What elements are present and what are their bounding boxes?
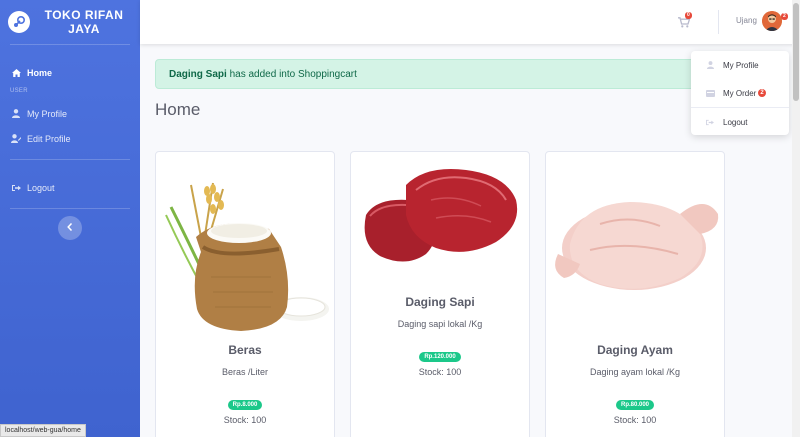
topbar: 0 Ujang 2 bbox=[140, 0, 800, 44]
brand[interactable]: TOKO RIFAN JAYA bbox=[0, 0, 140, 44]
product-name: Daging Ayam bbox=[597, 343, 673, 357]
browser-status-url: localhost/web-gua/home bbox=[0, 424, 86, 437]
dropdown-item-label: Logout bbox=[723, 117, 748, 127]
sidebar-divider bbox=[10, 208, 130, 209]
rice-sack-image bbox=[165, 182, 329, 331]
dropdown-item-my-order[interactable]: My Order 2 bbox=[691, 79, 789, 107]
sidebar-item-logout[interactable]: Logout bbox=[0, 175, 140, 200]
product-card-daging-sapi[interactable]: Daging Sapi Daging sapi lokal /Kg Rp.120… bbox=[350, 151, 530, 437]
product-card-beras[interactable]: Beras Beras /Liter Rp.8.000 Stock: 100 bbox=[155, 151, 335, 437]
sidebar-item-label: My Profile bbox=[27, 108, 68, 119]
sidebar: TOKO RIFAN JAYA Home USER My Profile Edi… bbox=[0, 0, 140, 437]
topbar-divider bbox=[718, 10, 719, 34]
success-alert: Daging Sapi has added into Shoppingcart bbox=[155, 59, 715, 89]
order-icon bbox=[705, 89, 715, 97]
sidebar-toggle-button[interactable] bbox=[58, 216, 82, 240]
page-title: Home bbox=[155, 100, 201, 119]
alert-message: has added into Shoppingcart bbox=[226, 69, 357, 80]
product-description: Beras /Liter bbox=[221, 367, 269, 377]
steam-logo-icon bbox=[8, 11, 30, 33]
alert-product-name: Daging Sapi bbox=[169, 69, 227, 80]
sidebar-item-label: Logout bbox=[27, 182, 55, 193]
user-icon bbox=[11, 109, 21, 118]
sign-out-icon bbox=[705, 119, 715, 126]
sidebar-item-home[interactable]: Home bbox=[0, 60, 140, 85]
sign-out-icon bbox=[11, 184, 21, 192]
product-stock: Stock: 100 bbox=[223, 415, 267, 425]
price-badge: Rp.80.000 bbox=[615, 400, 655, 410]
price-badge: Rp.120.000 bbox=[419, 352, 461, 362]
cart-count-badge: 0 bbox=[685, 12, 692, 19]
username[interactable]: Ujang bbox=[736, 16, 757, 25]
chicken-meat-image bbox=[555, 202, 719, 290]
user-edit-icon bbox=[11, 134, 21, 143]
user-dropdown-menu: My Profile My Order 2 Logout bbox=[691, 51, 789, 135]
product-card-daging-ayam[interactable]: Daging Ayam Daging ayam lokal /Kg Rp.80.… bbox=[545, 151, 725, 437]
dropdown-item-label: My Order bbox=[723, 88, 757, 98]
sidebar-heading-user: USER bbox=[10, 88, 28, 94]
dropdown-item-label: My Profile bbox=[723, 60, 759, 70]
price-badge: Rp.8.000 bbox=[227, 400, 263, 410]
dropdown-item-my-profile[interactable]: My Profile bbox=[691, 51, 789, 79]
beef-meat-image bbox=[364, 169, 518, 262]
page-scrollbar[interactable] bbox=[792, 0, 800, 437]
dropdown-item-logout[interactable]: Logout bbox=[691, 108, 789, 136]
product-name: Daging Sapi bbox=[405, 295, 475, 309]
product-stock: Stock: 100 bbox=[418, 367, 462, 377]
product-stock: Stock: 100 bbox=[613, 415, 657, 425]
order-count-badge: 2 bbox=[758, 89, 766, 97]
chevron-left-icon bbox=[67, 222, 73, 234]
scrollbar-thumb[interactable] bbox=[793, 3, 799, 101]
product-name: Beras bbox=[228, 343, 262, 357]
avatar[interactable] bbox=[762, 11, 782, 31]
home-icon bbox=[11, 68, 21, 77]
sidebar-item-label: Edit Profile bbox=[27, 133, 71, 144]
notification-badge: 2 bbox=[781, 13, 788, 20]
sidebar-item-my-profile[interactable]: My Profile bbox=[0, 101, 140, 126]
brand-name: TOKO RIFAN JAYA bbox=[44, 8, 124, 36]
sidebar-item-label: Home bbox=[27, 67, 53, 78]
product-description: Daging sapi lokal /Kg bbox=[397, 319, 483, 329]
user-icon bbox=[705, 61, 715, 69]
sidebar-item-edit-profile[interactable]: Edit Profile bbox=[0, 126, 140, 151]
cart-button[interactable]: 0 bbox=[678, 12, 692, 29]
product-description: Daging ayam lokal /Kg bbox=[589, 367, 681, 377]
